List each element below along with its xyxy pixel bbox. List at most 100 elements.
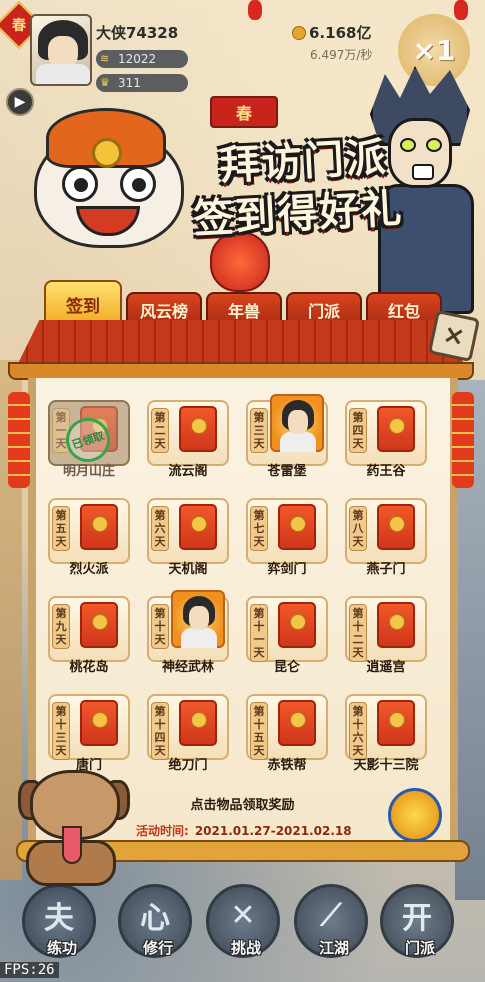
nav-button-4[interactable]: ⟋ 江湖 bbox=[294, 884, 368, 958]
checkin-day-cell[interactable]: 第五天 烈火派 bbox=[44, 498, 134, 582]
red-envelope-icon[interactable] bbox=[80, 504, 118, 550]
day-label: 第十六天 bbox=[349, 702, 367, 760]
portrait-face bbox=[189, 606, 209, 630]
red-envelope-icon[interactable] bbox=[377, 700, 415, 746]
checkin-day-cell[interactable]: 第十三天 唐门 bbox=[44, 694, 134, 778]
puppy-mascot bbox=[16, 770, 130, 890]
sect-name: 明月山庄 bbox=[62, 464, 115, 479]
event-title-line1: 拜访门派 bbox=[218, 133, 389, 190]
checkin-day-cell[interactable]: 第一天 明月山庄 已领取 bbox=[44, 400, 134, 484]
spring-banner: 春 bbox=[210, 96, 278, 128]
checkin-day-cell[interactable]: 第七天弈剑门 bbox=[242, 498, 332, 582]
sect-name: 神经武林 bbox=[161, 660, 214, 675]
bottom-nav: 夫练功心修行 ✕ 挑战 ⟋ 江湖开门派 bbox=[0, 880, 485, 982]
gold-rate: 6.497万/秒 bbox=[310, 48, 373, 62]
close-icon[interactable]: × bbox=[427, 309, 481, 363]
stat-level-value: 311 bbox=[118, 76, 141, 90]
sect-name: 药王谷 bbox=[366, 464, 406, 479]
day-label: 第三天 bbox=[250, 408, 268, 453]
stat-power: ≋ 12022 bbox=[96, 50, 188, 68]
day-label: 第七天 bbox=[250, 506, 268, 551]
sect-name: 赤铁帮 bbox=[267, 758, 307, 773]
fps-counter: FPS:26 bbox=[0, 962, 59, 978]
day-label: 第二天 bbox=[151, 408, 169, 453]
player-avatar[interactable] bbox=[30, 14, 92, 86]
day-label: 第十二天 bbox=[349, 604, 367, 662]
red-envelope-icon[interactable] bbox=[80, 602, 118, 648]
lion-gem bbox=[92, 138, 122, 168]
stat-power-value: 12022 bbox=[118, 52, 157, 66]
red-envelope-icon[interactable] bbox=[278, 602, 316, 648]
crown-icon: ♛ bbox=[100, 76, 110, 89]
red-envelope-icon[interactable] bbox=[80, 700, 118, 746]
sect-name: 弈剑门 bbox=[267, 562, 307, 577]
nav-button-2[interactable]: 心修行 bbox=[118, 884, 192, 958]
day-label: 第六天 bbox=[151, 506, 169, 551]
sect-name: 桃花岛 bbox=[69, 660, 109, 675]
red-envelope-icon[interactable] bbox=[377, 602, 415, 648]
lantern-decoration bbox=[454, 0, 468, 20]
firecracker-decoration bbox=[8, 392, 30, 488]
lion-eye bbox=[62, 166, 98, 202]
day-label: 第八天 bbox=[349, 506, 367, 551]
checkin-day-cell[interactable]: 第四天 药王谷 bbox=[341, 400, 431, 484]
sect-name: 天机阁 bbox=[168, 562, 208, 577]
day-label: 第十三天 bbox=[52, 702, 70, 760]
sect-name: 烈火派 bbox=[69, 562, 109, 577]
day-label: 第九天 bbox=[52, 604, 70, 649]
nav-button-5[interactable]: 开门派 bbox=[380, 884, 454, 958]
portrait-robe bbox=[181, 628, 217, 648]
checkin-day-cell[interactable]: 第二天流云阁 bbox=[143, 400, 233, 484]
gold-value: 6.168亿 bbox=[309, 24, 372, 42]
red-envelope-icon[interactable] bbox=[179, 700, 217, 746]
sect-name: 燕子门 bbox=[366, 562, 406, 577]
golden-ornament bbox=[388, 788, 442, 842]
event-time-value: 2021.01.27-2021.02.18 bbox=[194, 824, 352, 838]
nav-button-1[interactable]: 夫练功 bbox=[22, 884, 96, 958]
red-envelope-icon[interactable] bbox=[179, 504, 217, 550]
day-label: 第十天 bbox=[151, 604, 169, 649]
sect-name: 逍遥宫 bbox=[366, 660, 406, 675]
nav-button-3[interactable]: ✕ 挑战 bbox=[206, 884, 280, 958]
red-envelope-icon[interactable] bbox=[278, 504, 316, 550]
checkin-day-cell[interactable]: 第九天桃花岛 bbox=[44, 596, 134, 680]
lantern-decoration bbox=[248, 0, 262, 20]
portrait-robe bbox=[280, 432, 316, 452]
portrait-face bbox=[288, 410, 308, 434]
event-tabs: 签到 风云榜 年兽 门派 红包 bbox=[44, 280, 444, 326]
event-time: 活动时间: 2021.01.27-2021.02.18 bbox=[136, 822, 352, 839]
character-reward-icon[interactable] bbox=[270, 394, 324, 452]
checkin-day-cell[interactable]: 第十四天 绝刀门 bbox=[143, 694, 233, 778]
tab-checkin[interactable]: 签到 bbox=[44, 280, 122, 326]
checkin-day-cell[interactable]: 第十二天 逍遥宫 bbox=[341, 596, 431, 680]
stat-level: ♛ 311 bbox=[96, 74, 188, 92]
checkin-grid: 第一天 明月山庄 已领取 第二天 流云阁 第三天 苍雷堡 第四天 药王谷 第五天 烈火派 第六天 天机阁… bbox=[44, 394, 440, 778]
nav-label: 门派 bbox=[404, 939, 435, 957]
wings-icon: ≋ bbox=[100, 52, 110, 65]
day-label: 第十一天 bbox=[250, 604, 268, 662]
red-envelope-icon[interactable] bbox=[377, 406, 415, 452]
gold-amount: 6.168亿 bbox=[292, 22, 371, 43]
red-envelope-icon[interactable] bbox=[179, 406, 217, 452]
sect-name: 昆仑 bbox=[273, 660, 300, 675]
event-time-label: 活动时间: bbox=[136, 824, 189, 838]
character-reward-icon[interactable] bbox=[171, 590, 225, 648]
nav-label: 练功 bbox=[46, 939, 77, 957]
sect-name: 流云阁 bbox=[168, 464, 208, 479]
checkin-day-cell[interactable]: 第十一天 昆仑 bbox=[242, 596, 332, 680]
nav-label: 江湖 bbox=[318, 939, 349, 957]
checkin-day-cell[interactable]: 第十天神经武林 bbox=[143, 590, 233, 680]
red-envelope-icon[interactable] bbox=[278, 700, 316, 746]
event-title: 拜访门派 签到得好礼 bbox=[157, 128, 452, 247]
nav-label: 修行 bbox=[142, 939, 173, 957]
checkin-day-cell[interactable]: 第六天天机阁 bbox=[143, 498, 233, 582]
puppy-tongue bbox=[62, 826, 82, 864]
sect-name: 天影十三院 bbox=[353, 758, 419, 773]
checkin-day-cell[interactable]: 第十六天 天影十三院 bbox=[341, 694, 431, 778]
player-name: 大侠74328 bbox=[96, 24, 179, 42]
checkin-day-cell[interactable]: 第三天 苍雷堡 bbox=[242, 394, 332, 484]
checkin-day-cell[interactable]: 第八天燕子门 bbox=[341, 498, 431, 582]
checkin-day-cell[interactable]: 第十五天 赤铁帮 bbox=[242, 694, 332, 778]
day-label: 第十四天 bbox=[151, 702, 169, 760]
red-envelope-icon[interactable] bbox=[377, 504, 415, 550]
